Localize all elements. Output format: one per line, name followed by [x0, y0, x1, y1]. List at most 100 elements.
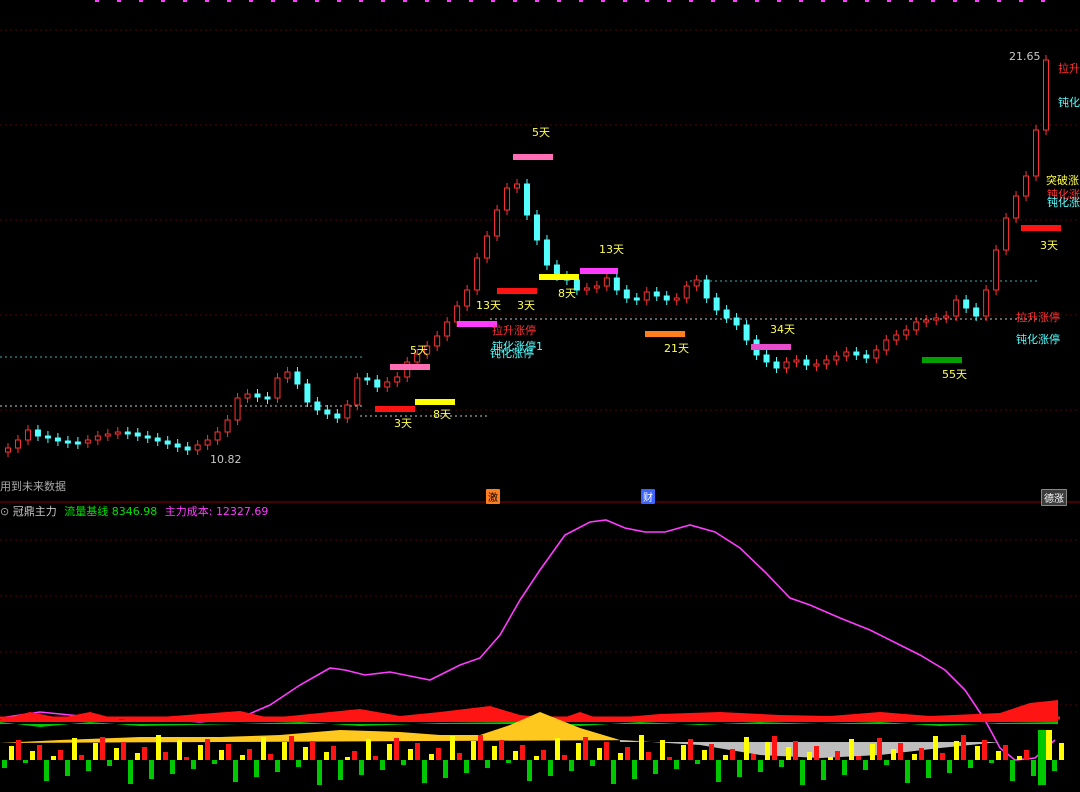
volume-bar	[352, 751, 357, 760]
candle-body	[793, 359, 800, 363]
candle-body	[484, 235, 491, 259]
candle-body	[773, 361, 780, 369]
volume-bar	[9, 746, 14, 760]
candle-body	[244, 393, 251, 399]
candle-body	[394, 376, 401, 383]
top-tick	[425, 0, 429, 2]
top-tick	[95, 0, 99, 2]
signal-dunhua-top: 钝化涨	[1058, 96, 1080, 109]
candle-body	[803, 359, 810, 366]
candle-body	[1033, 129, 1040, 177]
tag-cai[interactable]: 财	[641, 489, 655, 504]
candle-body	[683, 285, 690, 299]
volume-bar	[247, 749, 252, 760]
candle-body	[384, 381, 391, 388]
volume-bar	[268, 754, 273, 760]
top-tick	[931, 0, 935, 2]
volume-bar	[870, 744, 875, 760]
volume-bar	[135, 753, 140, 760]
collapse-icon[interactable]: ⊙	[0, 505, 9, 518]
volume-bar	[23, 760, 28, 763]
candle-body	[853, 351, 860, 356]
candle-body	[1023, 175, 1030, 197]
candle-body	[154, 437, 161, 442]
volume-bar	[128, 760, 133, 784]
volume-bar	[590, 760, 595, 766]
candle-body	[783, 361, 790, 369]
volume-bar	[618, 753, 623, 760]
volume-bar	[940, 753, 945, 760]
candle-body	[673, 297, 680, 301]
volume-bar	[1003, 745, 1008, 760]
indicator-name[interactable]: 冠鼎主力	[13, 505, 57, 518]
volume-bar	[254, 760, 259, 777]
volume-bar	[261, 737, 266, 760]
volume-bar	[240, 755, 245, 760]
candle-body	[444, 321, 451, 337]
top-tick	[689, 0, 693, 2]
top-tick	[623, 0, 627, 2]
candle-body	[713, 297, 720, 311]
future-data-note: 用到未来数据	[0, 480, 66, 493]
volume-bar	[51, 756, 56, 760]
volume-bar	[639, 735, 644, 760]
volume-bar	[233, 760, 238, 782]
volume-bar	[429, 754, 434, 760]
candle-body	[524, 183, 530, 216]
volume-bar	[478, 735, 483, 760]
volume-bar	[919, 748, 924, 760]
volume-bar	[828, 757, 833, 760]
volume-bar	[72, 738, 77, 760]
volume-bar	[93, 743, 98, 760]
volume-bar	[1038, 730, 1046, 785]
volume-bar	[408, 749, 413, 760]
top-tick	[799, 0, 803, 2]
volume-bar	[905, 760, 910, 783]
volume-bar	[499, 740, 504, 760]
candle-body	[583, 287, 590, 291]
volume-bar	[296, 760, 301, 767]
volume-bar	[968, 760, 973, 768]
candle-body	[334, 413, 341, 419]
tag-de-zhang[interactable]: 德涨	[1041, 489, 1067, 506]
candle-body	[723, 309, 730, 319]
volume-bar	[856, 756, 861, 760]
cycle-bar	[390, 364, 430, 370]
stock-chart-canvas[interactable]	[0, 0, 1080, 792]
candle-body	[34, 429, 41, 437]
candle-body	[494, 209, 501, 237]
volume-bar	[667, 757, 672, 760]
volume-bar	[520, 745, 525, 760]
cycle-bar	[922, 357, 962, 363]
cycle-label-8d-b: 8天	[433, 408, 451, 421]
volume-bar	[1024, 750, 1029, 760]
volume-bar	[926, 760, 931, 778]
candle-body	[703, 279, 710, 299]
top-tick	[315, 0, 319, 2]
candle-body	[813, 363, 820, 367]
flow-label: 流量基线	[64, 505, 109, 518]
tag-ji[interactable]: 激	[486, 489, 500, 504]
top-tick	[975, 0, 979, 2]
top-tick	[1041, 0, 1045, 2]
top-tick	[1019, 0, 1023, 2]
candle-body	[1013, 195, 1020, 219]
volume-bar	[121, 742, 126, 760]
volume-bar	[373, 756, 378, 760]
volume-bar	[835, 751, 840, 760]
candle-body	[134, 432, 141, 437]
top-tick	[359, 0, 363, 2]
candle-body	[953, 299, 960, 317]
top-tick	[601, 0, 605, 2]
candle-body	[184, 446, 191, 451]
candle-body	[843, 351, 850, 357]
volume-bar	[422, 760, 427, 783]
volume-bar	[415, 743, 420, 760]
volume-bar	[163, 752, 168, 760]
candle-body	[234, 397, 241, 421]
volume-bar	[324, 752, 329, 760]
volume-bar	[653, 760, 658, 774]
candle-body	[374, 379, 381, 388]
volume-bar	[513, 751, 518, 760]
candle-body	[164, 440, 171, 445]
